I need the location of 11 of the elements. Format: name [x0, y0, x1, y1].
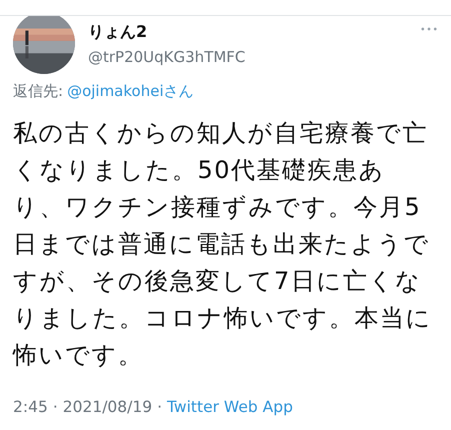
tweet-date: 2021/08/19	[62, 398, 152, 416]
source-link[interactable]: Twitter Web App	[167, 398, 293, 416]
user-name[interactable]: りょん2	[88, 22, 246, 43]
reply-label: 返信先:	[13, 82, 64, 101]
separator-dot: ·	[52, 398, 58, 416]
tweet-time: 2:45	[13, 398, 48, 416]
more-icon[interactable]	[421, 27, 437, 31]
mention-link[interactable]: @ojimakoheiさん	[67, 82, 194, 101]
tweet-text: 私の古くからの知人が自宅療養で亡くなりました。50代基礎疾患あり、ワクチン接種ずみです。今月5日までは普通に電話も出来たようですが、その後急変して7日に亡くなりました。コロナ怖いです。本当に怖いです。	[13, 118, 433, 371]
separator-dot: ·	[157, 398, 162, 416]
user-handle[interactable]: @trP20UqKG3hTMFC	[88, 48, 246, 66]
